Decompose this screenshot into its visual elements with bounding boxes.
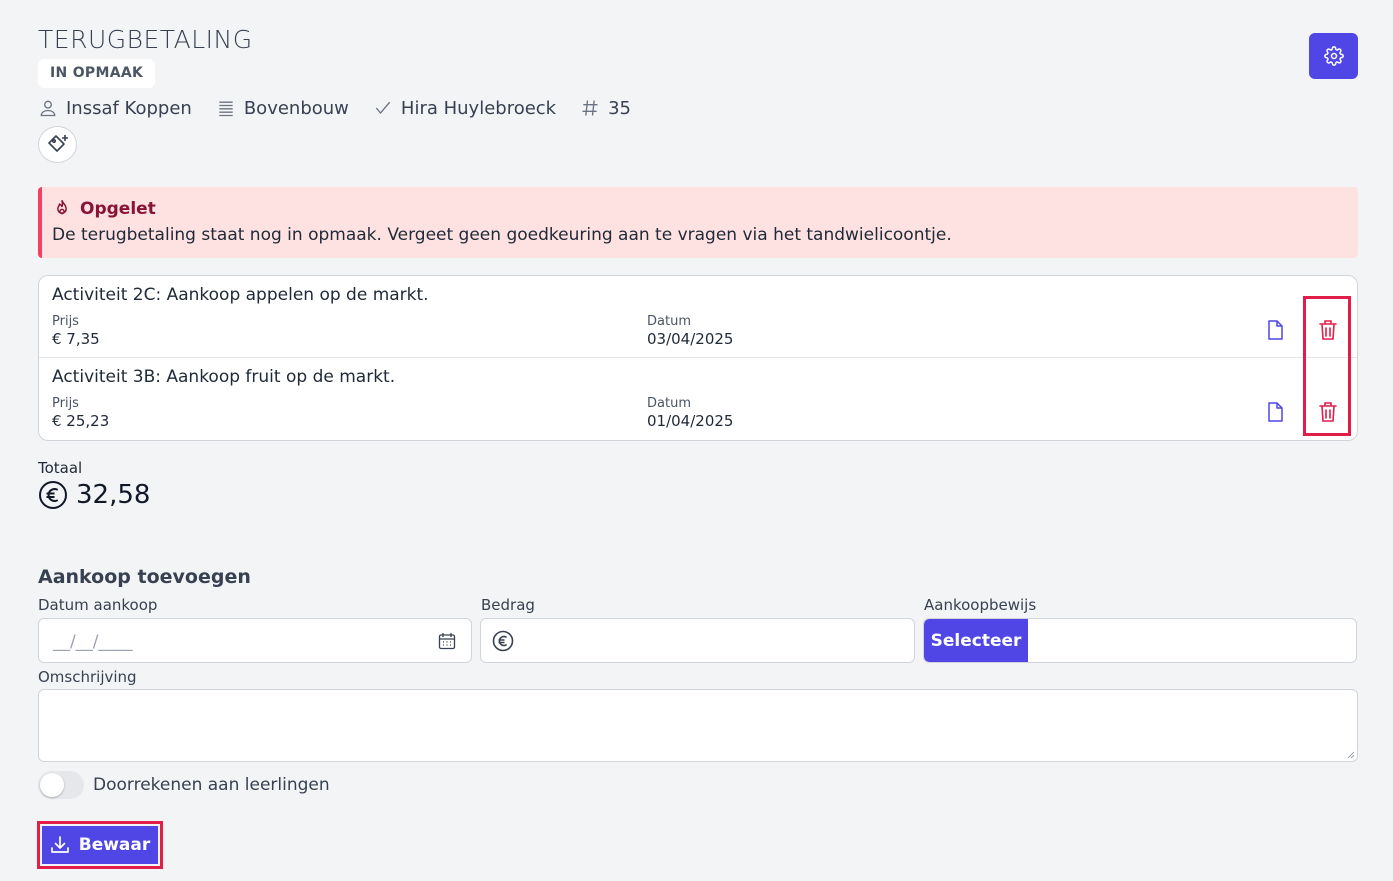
date-label: Datum [647, 396, 691, 411]
list-icon [219, 101, 233, 117]
date-field[interactable]: __/__/____ [38, 618, 472, 663]
form-title: Aankoop toevoegen [38, 566, 251, 588]
meta-approver: Hira Huylebroeck [373, 98, 556, 119]
price-label: Prijs [52, 396, 79, 411]
item-title: Activiteit 3B: Aankoop fruit op de markt… [52, 367, 396, 387]
tag-add-icon [47, 134, 68, 152]
meta-person: Inssaf Koppen [38, 98, 192, 119]
date-placeholder: __/__/____ [53, 632, 133, 652]
toggle-knob [40, 773, 64, 797]
document-icon [1268, 320, 1283, 340]
amount-field-label: Bedrag [481, 596, 535, 614]
resize-handle-icon[interactable] [1345, 749, 1355, 759]
view-receipt-button[interactable] [1263, 400, 1287, 424]
page-title: TERUGBETALING [38, 25, 253, 54]
date-value: 03/04/2025 [647, 330, 734, 348]
check-icon [375, 101, 391, 115]
fire-icon [57, 199, 67, 215]
gear-icon [1323, 46, 1344, 66]
meta-group: Bovenbouw [216, 98, 349, 119]
warning-alert: Opgelet De terugbetaling staat nog in op… [38, 187, 1358, 258]
receipt-field: Selecteer [923, 618, 1357, 663]
save-button-label: Bewaar [78, 835, 151, 855]
alert-text: De terugbetaling staat nog in opmaak. Ve… [52, 225, 952, 245]
meta-number-label: 35 [608, 97, 632, 119]
document-icon [1268, 402, 1283, 422]
select-file-button[interactable]: Selecteer [924, 619, 1028, 662]
save-button[interactable]: Bewaar [42, 826, 158, 864]
list-item: Activiteit 3B: Aankoop fruit op de markt… [39, 358, 1357, 440]
meta-group-label: Bovenbouw [243, 97, 349, 119]
description-field-label: Omschrijving [38, 668, 137, 686]
status-badge: IN OPMAAK [38, 59, 156, 88]
price-value: € 7,35 [52, 330, 100, 348]
date-value: 01/04/2025 [647, 412, 734, 430]
add-tag-button[interactable] [38, 126, 77, 163]
purchase-list: Activiteit 2C: Aankoop appelen op de mar… [38, 275, 1358, 441]
list-item: Activiteit 2C: Aankoop appelen op de mar… [39, 276, 1357, 358]
toggle-label: Doorrekenen aan leerlingen [93, 775, 330, 795]
price-value: € 25,23 [52, 412, 110, 430]
euro-icon [492, 630, 514, 652]
total-value: 32,58 [76, 480, 151, 510]
price-label: Prijs [52, 314, 79, 329]
date-field-label: Datum aankoop [38, 596, 158, 614]
meta-approver-label: Hira Huylebroeck [400, 97, 557, 119]
charge-students-toggle[interactable] [38, 771, 84, 799]
calendar-icon[interactable] [438, 632, 456, 650]
user-icon [40, 100, 56, 117]
alert-title: Opgelet [52, 199, 1348, 219]
receipt-field-label: Aankoopbewijs [924, 596, 1037, 614]
total-amount: 32,58 [38, 480, 150, 510]
meta-person-label: Inssaf Koppen [66, 97, 192, 119]
euro-circle-icon [39, 481, 67, 509]
save-button-highlight: Bewaar [37, 821, 163, 869]
settings-button[interactable] [1309, 33, 1358, 79]
meta-number: 35 [580, 98, 631, 119]
amount-field[interactable] [480, 618, 915, 663]
view-receipt-button[interactable] [1263, 318, 1287, 342]
description-field[interactable] [38, 689, 1358, 762]
download-icon [50, 836, 69, 853]
item-title: Activiteit 2C: Aankoop appelen op de mar… [52, 285, 429, 305]
date-label: Datum [647, 314, 691, 329]
alert-title-label: Opgelet [80, 199, 156, 219]
meta-row: Inssaf Koppen Bovenbouw Hira Huylebroeck… [38, 95, 655, 121]
delete-highlight-box [1303, 296, 1351, 436]
hash-icon [582, 100, 598, 116]
total-label: Totaal [38, 459, 83, 477]
